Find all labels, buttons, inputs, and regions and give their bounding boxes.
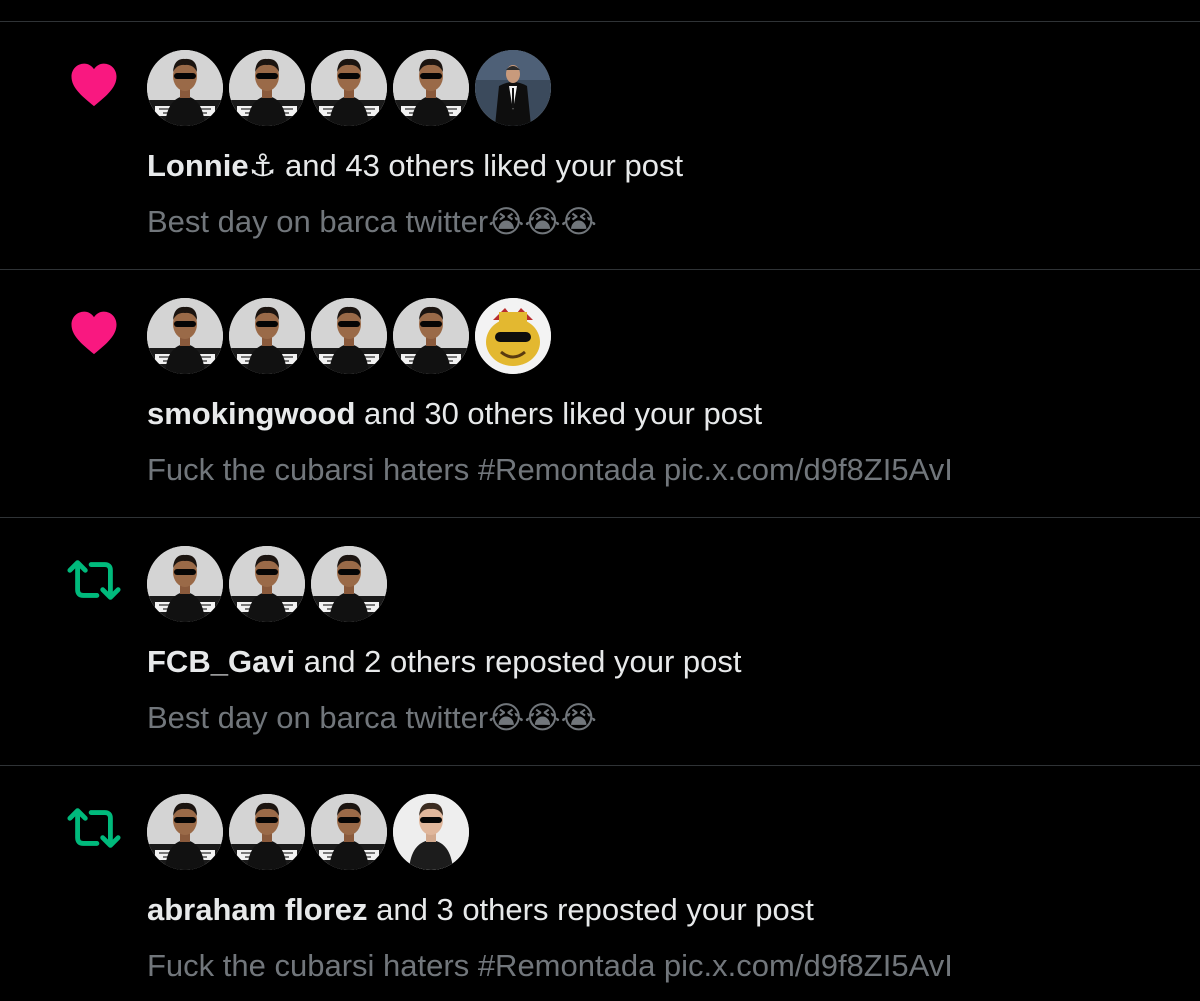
avatar-cartoon[interactable] bbox=[475, 298, 551, 374]
user-name-link[interactable]: Lonnie⚓ bbox=[147, 148, 276, 183]
avatar-player[interactable] bbox=[147, 298, 223, 374]
avatar-group bbox=[147, 50, 551, 126]
notification-headline: smokingwood and 30 others liked your pos… bbox=[147, 394, 762, 434]
avatar-player[interactable] bbox=[311, 546, 387, 622]
notification-action-text: and 3 others reposted your post bbox=[367, 892, 814, 927]
notification-action-text: and 43 others liked your post bbox=[276, 148, 684, 183]
notification-headline: abraham florez and 3 others reposted you… bbox=[147, 890, 814, 930]
notification-item[interactable]: FCB_Gavi and 2 others reposted your post… bbox=[0, 518, 1200, 765]
avatar-player[interactable] bbox=[229, 794, 305, 870]
avatar-player[interactable] bbox=[147, 50, 223, 126]
avatar-group bbox=[147, 794, 469, 870]
post-preview[interactable]: Fuck the cubarsi haters #Remontada pic.x… bbox=[147, 946, 953, 986]
user-name-link[interactable]: smokingwood bbox=[147, 396, 355, 431]
repost-icon bbox=[66, 800, 122, 856]
avatar-suit[interactable] bbox=[475, 50, 551, 126]
avatar-player[interactable] bbox=[147, 794, 223, 870]
notification-action-text: and 2 others reposted your post bbox=[295, 644, 742, 679]
avatar-player[interactable] bbox=[393, 50, 469, 126]
notification-action-text: and 30 others liked your post bbox=[355, 396, 763, 431]
heart-icon bbox=[66, 304, 122, 360]
avatar-player[interactable] bbox=[147, 546, 223, 622]
avatar-player[interactable] bbox=[229, 298, 305, 374]
heart-icon bbox=[66, 56, 122, 112]
avatar-player[interactable] bbox=[229, 50, 305, 126]
post-preview[interactable]: Best day on barca twitter😭😭😭 bbox=[147, 698, 597, 738]
notification-headline: Lonnie⚓ and 43 others liked your post bbox=[147, 146, 683, 186]
post-preview[interactable]: Best day on barca twitter😭😭😭 bbox=[147, 202, 597, 242]
avatar-photo[interactable] bbox=[393, 794, 469, 870]
avatar-player[interactable] bbox=[229, 546, 305, 622]
post-preview[interactable]: Fuck the cubarsi haters #Remontada pic.x… bbox=[147, 450, 953, 490]
user-name-link[interactable]: FCB_Gavi bbox=[147, 644, 295, 679]
avatar-group bbox=[147, 298, 551, 374]
repost-icon bbox=[66, 552, 122, 608]
avatar-player[interactable] bbox=[311, 50, 387, 126]
notification-headline: FCB_Gavi and 2 others reposted your post bbox=[147, 642, 742, 682]
avatar-player[interactable] bbox=[311, 298, 387, 374]
notification-item[interactable]: Lonnie⚓ and 43 others liked your post Be… bbox=[0, 22, 1200, 269]
notification-item[interactable]: abraham florez and 3 others reposted you… bbox=[0, 766, 1200, 1001]
user-name-link[interactable]: abraham florez bbox=[147, 892, 368, 927]
notification-item[interactable]: smokingwood and 30 others liked your pos… bbox=[0, 270, 1200, 517]
avatar-player[interactable] bbox=[311, 794, 387, 870]
avatar-group bbox=[147, 546, 387, 622]
avatar-player[interactable] bbox=[393, 298, 469, 374]
